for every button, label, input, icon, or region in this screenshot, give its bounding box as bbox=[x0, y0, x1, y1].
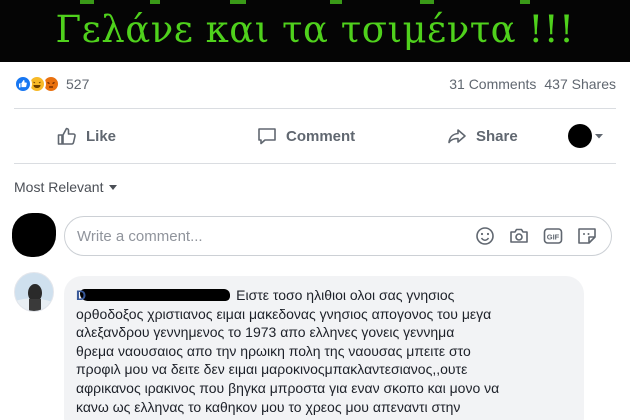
post-image-banner: Γελάνε και τα τσιμέντα !!! bbox=[0, 0, 630, 62]
author-name-redaction bbox=[80, 289, 231, 301]
like-reaction-icon bbox=[14, 75, 32, 93]
comment-sort-label: Most Relevant bbox=[14, 179, 104, 195]
comment-label: Comment bbox=[286, 127, 356, 145]
caret-down-icon bbox=[595, 134, 603, 139]
reaction-count[interactable]: 527 bbox=[66, 76, 89, 92]
post-action-bar: Like Comment Share bbox=[14, 108, 616, 164]
like-label: Like bbox=[86, 127, 117, 145]
emoji-icon[interactable] bbox=[473, 224, 497, 248]
camera-icon[interactable] bbox=[507, 224, 531, 248]
comment-input[interactable]: Write a comment... bbox=[77, 228, 473, 245]
share-label: Share bbox=[476, 127, 518, 145]
comment-text-line: αλεξανδρου γεννημενος το 1973 απο ελληνε… bbox=[76, 324, 455, 341]
caret-down-icon bbox=[109, 184, 118, 190]
thumbs-up-icon bbox=[57, 127, 76, 145]
comments-count-link[interactable]: 31 Comments bbox=[449, 76, 536, 92]
comment-bubble: D Ειστε τοσο ηλιθιοι ολοι σας γνησιος ορθ… bbox=[64, 276, 584, 420]
comment-text-line: αφρικανος ιρακινος που βηγκα μπροστα για… bbox=[76, 379, 500, 396]
share-button[interactable]: Share bbox=[446, 109, 566, 163]
comment-button[interactable]: Comment bbox=[256, 109, 416, 163]
reactions-summary[interactable]: 527 bbox=[14, 75, 89, 93]
comment-text-line: θρεμα ναουσαιος απο την ηρωικη πολη της … bbox=[76, 342, 471, 359]
share-as-selector[interactable] bbox=[568, 124, 604, 148]
comment-text-line: κανω ως ελληνας το καθηκον μου το χρεος … bbox=[76, 398, 461, 415]
comment-text-line: Ειστε τοσο ηλιθιοι ολοι σας γνησιος bbox=[236, 287, 455, 303]
composer-avatar-redacted bbox=[12, 213, 56, 257]
share-arrow-icon bbox=[448, 129, 466, 144]
shares-count-link[interactable]: 437 Shares bbox=[544, 76, 616, 92]
banner-title: Γελάνε και τα τσιμέντα !!! bbox=[55, 8, 575, 51]
comment-text-line: προφιλ μου να δειτε δεν ειμαι μαροκινοςμ… bbox=[76, 361, 468, 378]
svg-text:GIF: GIF bbox=[547, 233, 560, 242]
comment-author-name[interactable]: D bbox=[76, 287, 86, 303]
gif-icon[interactable]: GIF bbox=[541, 224, 565, 248]
sticker-icon[interactable] bbox=[575, 224, 599, 248]
profile-avatar-redacted bbox=[568, 124, 592, 148]
like-button[interactable]: Like bbox=[56, 109, 196, 163]
comment-sort-dropdown[interactable]: Most Relevant bbox=[14, 179, 118, 195]
comment-composer[interactable]: Write a comment... GIF bbox=[64, 216, 612, 256]
banner-top-text-fragment bbox=[80, 0, 530, 4]
comment-bubble-icon bbox=[258, 128, 276, 145]
post-stats-bar: 527 31 Comments 437 Shares bbox=[14, 70, 616, 98]
commenter-avatar[interactable] bbox=[14, 272, 54, 312]
comment-text-line: ορθοδοξος χριστιανος ειμαι μακεδονας γνη… bbox=[76, 305, 492, 322]
